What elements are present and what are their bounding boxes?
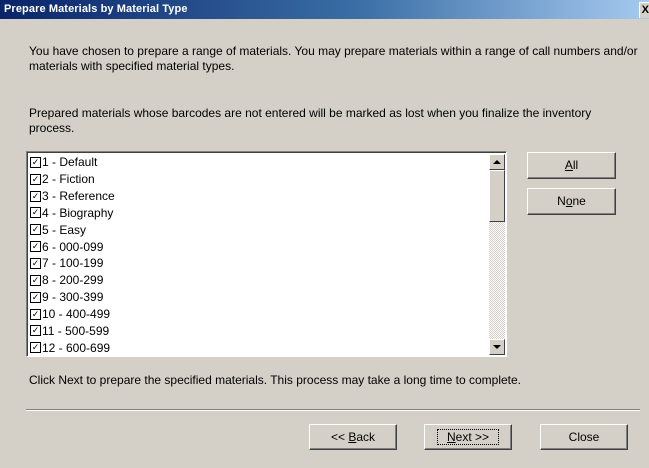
select-all-button[interactable]: All [527,152,616,179]
material-type-item[interactable]: ✓ 5 - Easy [30,221,488,238]
checkbox[interactable]: ✓ [30,342,41,354]
checkbox[interactable]: ✓ [30,274,41,286]
intro-text: You have chosen to prepare a range of ma… [29,44,638,73]
material-type-label: 11 - 500-599 [42,323,110,338]
next-label-suffix: ext >> [455,430,490,444]
next-focus-ring: Next >> [436,429,500,445]
checkbox[interactable]: ✓ [30,308,41,320]
none-label-suffix: ne [572,194,586,208]
back-button[interactable]: << Back [309,424,397,450]
none-label-mnemonic: o [565,194,573,208]
next-label-mnemonic: N [446,430,456,444]
material-type-listbox[interactable]: ✓ 1 - Default ✓ 2 - Fiction ✓ 3 - Reference ✓ 4… [26,151,507,357]
material-type-list: ✓ 1 - Default ✓ 2 - Fiction ✓ 3 - Reference ✓ 4… [30,154,488,356]
material-type-label: 10 - 400-499 [42,307,111,322]
window-close-button[interactable]: X [639,2,649,18]
material-type-item[interactable]: ✓ 7 - 100-199 [30,255,488,272]
material-type-label: 6 - 000-099 [42,239,104,254]
back-label-suffix: ack [356,430,376,444]
material-type-label: 7 - 100-199 [42,256,104,271]
checkbox[interactable]: ✓ [30,257,41,269]
material-type-item[interactable]: ✓ 12 - 600-699 [30,339,488,356]
all-label-suffix: ll [572,158,579,172]
close-button[interactable]: Close [540,424,628,450]
none-label-prefix: N [557,194,566,208]
checkbox[interactable]: ✓ [30,207,41,219]
arrow-down-icon [493,345,501,349]
instructions-text: Click Next to prepare the specified mate… [29,373,521,387]
material-type-label: 9 - 300-399 [42,290,104,305]
back-label-prefix: << [330,430,349,444]
vertical-scrollbar[interactable] [489,154,505,355]
checkbox[interactable]: ✓ [30,224,41,236]
scroll-down-button[interactable] [489,339,505,355]
next-button[interactable]: Next >> [424,424,512,450]
checkbox[interactable]: ✓ [30,156,41,168]
checkbox[interactable]: ✓ [30,325,41,337]
material-type-item[interactable]: ✓ 10 - 400-499 [30,306,488,323]
material-type-item[interactable]: ✓ 3 - Reference [30,188,488,205]
checkbox[interactable]: ✓ [30,190,41,202]
material-type-item[interactable]: ✓ 8 - 200-299 [30,272,488,289]
scroll-up-button[interactable] [489,154,505,170]
material-type-item[interactable]: ✓ 4 - Biography [30,205,488,222]
material-type-label: 8 - 200-299 [42,273,104,288]
material-type-label: 4 - Biography [42,205,114,220]
material-type-item[interactable]: ✓ 2 - Fiction [30,171,488,188]
window-title: Prepare Materials by Material Type [4,3,188,15]
select-none-button[interactable]: None [527,188,616,215]
material-type-item[interactable]: ✓ 1 - Default [30,154,488,171]
arrow-up-icon [493,160,501,164]
material-type-label: 3 - Reference [42,189,115,204]
title-bar[interactable]: Prepare Materials by Material Type X [0,0,649,19]
material-type-label: 1 - Default [42,155,98,170]
material-type-item[interactable]: ✓ 9 - 300-399 [30,289,488,306]
prepare-materials-dialog: Prepare Materials by Material Type X You… [0,0,649,468]
material-type-label: 2 - Fiction [42,172,95,187]
separator [26,409,640,411]
checkbox[interactable]: ✓ [30,173,41,185]
all-label-mnemonic: A [564,158,573,172]
checkbox[interactable]: ✓ [30,291,41,303]
material-type-item[interactable]: ✓ 11 - 500-599 [30,322,488,339]
material-type-label: 12 - 600-699 [42,340,111,355]
scrollbar-thumb[interactable] [489,170,505,222]
material-type-label: 5 - Easy [42,222,87,237]
material-type-item[interactable]: ✓ 6 - 000-099 [30,238,488,255]
checkbox[interactable]: ✓ [30,241,41,253]
warning-text: Prepared materials whose barcodes are no… [29,106,592,135]
